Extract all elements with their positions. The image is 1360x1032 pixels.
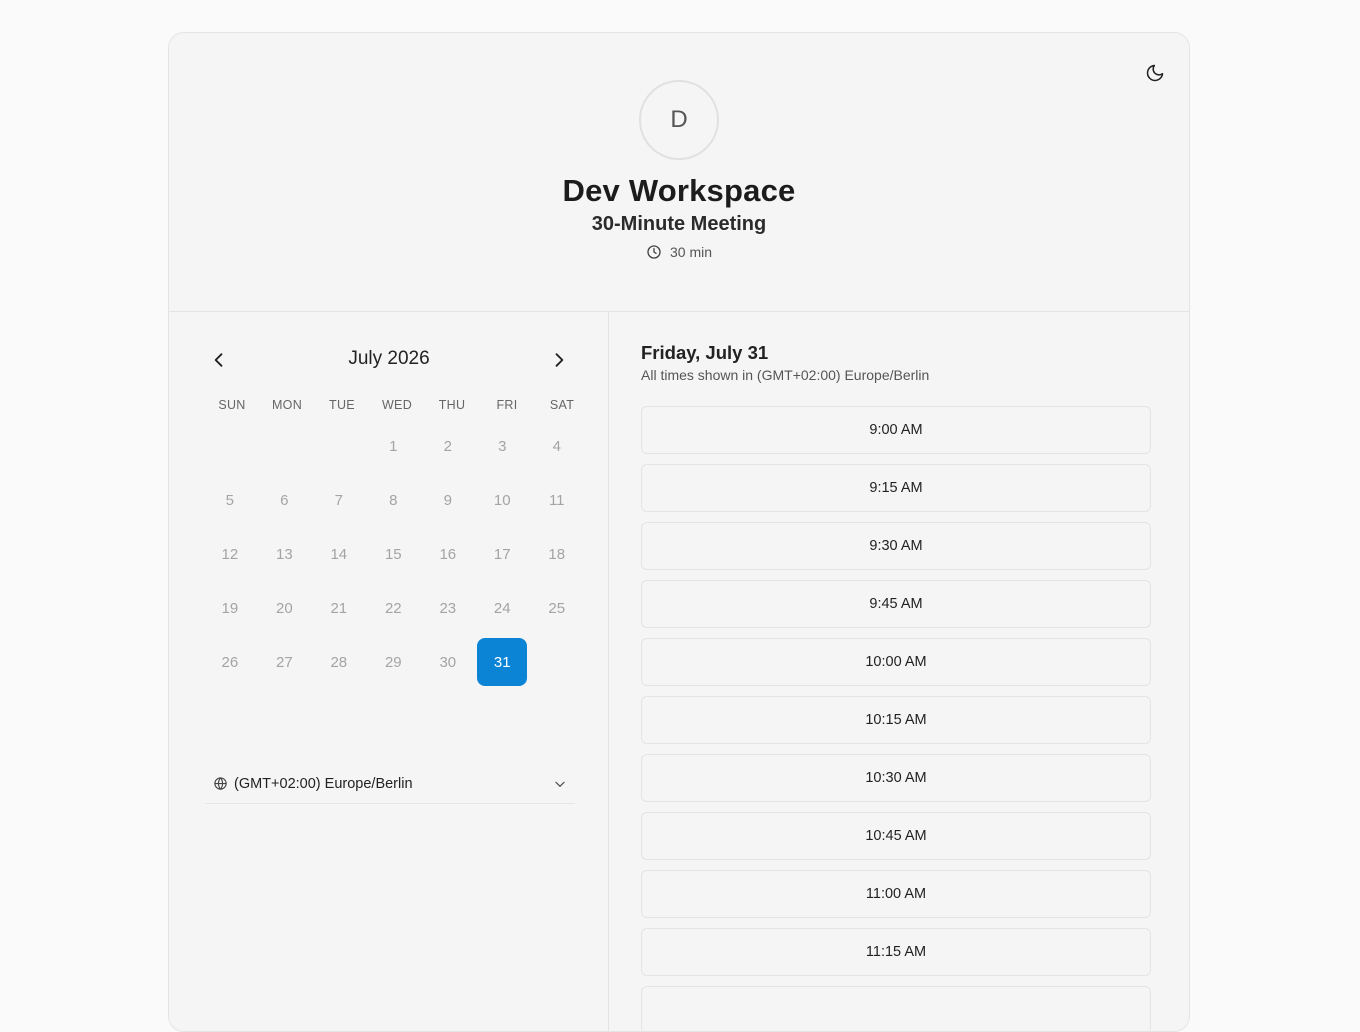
calendar-day: 9 (443, 491, 452, 509)
calendar-panel: July 2026 SUN MON TUE WED THU FRI SAT 12345678… (169, 312, 609, 1031)
calendar-day: 14 (330, 545, 348, 563)
calendar-day: 2 (443, 437, 452, 455)
time-slot-button[interactable]: 9:00 AM (641, 406, 1151, 454)
weekday-label: SAT (549, 398, 575, 412)
selected-date-heading: Friday, July 31 (641, 342, 769, 363)
timezone-value: (GMT+02:00) Europe/Berlin (234, 775, 413, 792)
time-slot-button[interactable]: 9:30 AM (641, 522, 1151, 570)
time-slot-button[interactable]: 10:15 AM (641, 696, 1151, 744)
booking-card: D Dev Workspace 30-Minute Meeting 30 min… (168, 32, 1190, 1032)
calendar-day: 13 (275, 545, 293, 563)
duration-label: 30 min (669, 244, 713, 260)
calendar-day: 24 (493, 599, 511, 617)
time-slot-list: 9:00 AM 9:15 AM 9:30 AM 9:45 AM 10:00 AM 10:1… (641, 406, 1151, 1031)
calendar-day: 18 (548, 545, 566, 563)
calendar-day: 5 (225, 491, 235, 509)
calendar-day: 12 (221, 545, 239, 563)
booking-header: D Dev Workspace 30-Minute Meeting 30 min (169, 33, 1189, 312)
time-slot-button[interactable]: 9:15 AM (641, 464, 1151, 512)
weekday-label: TUE (329, 398, 355, 412)
calendar-day: 17 (493, 545, 511, 563)
time-slot-button[interactable]: 11:00 AM (641, 870, 1151, 918)
calendar-day: 23 (439, 599, 457, 617)
month-navigation: July 2026 (205, 342, 573, 378)
calendar-day: 30 (439, 653, 457, 671)
calendar-day: 15 (384, 545, 402, 563)
theme-toggle-button[interactable] (1141, 59, 1169, 87)
calendar-day: 16 (439, 545, 457, 563)
calendar-day: 6 (280, 491, 289, 509)
globe-icon (213, 776, 228, 791)
avatar: D (639, 80, 719, 160)
calendar-day-blank (205, 422, 255, 470)
chevron-down-icon (553, 777, 567, 791)
weekday-label: SUN (218, 398, 246, 412)
time-slot-button[interactable]: 10:30 AM (641, 754, 1151, 802)
calendar-day: 1 (389, 437, 398, 455)
calendar-day: 22 (384, 599, 402, 617)
duration-info: 30 min (169, 244, 1189, 260)
calendar-day: 4 (552, 437, 561, 455)
calendar-day: 21 (330, 599, 348, 617)
calendar-day: 28 (330, 653, 348, 671)
calendar-day: 20 (275, 599, 293, 617)
time-slot-button[interactable] (641, 986, 1151, 1031)
event-title: 30-Minute Meeting (591, 213, 767, 235)
weekday-label: FRI (496, 398, 518, 412)
month-title: July 2026 (348, 348, 430, 369)
next-month-button[interactable] (545, 346, 573, 374)
calendar-day: 8 (389, 491, 398, 509)
calendar-day: 19 (221, 599, 239, 617)
calendar-day: 7 (334, 491, 343, 509)
workspace-name: Dev Workspace (562, 173, 796, 208)
timezone-note: All times shown in (GMT+02:00) Europe/Be… (641, 367, 930, 383)
time-slot-button[interactable]: 9:45 AM (641, 580, 1151, 628)
moon-icon (1146, 64, 1164, 82)
calendar-day: 29 (384, 653, 402, 671)
calendar-day: 10 (493, 491, 511, 509)
calendar-days-grid: 1 2 3 4 5 6 7 8 9 10 11 12 13 14 15 16 17 18 19 20 21 22 23 24 2… (205, 422, 585, 686)
calendar-day-blank (314, 422, 364, 470)
calendar-day: 11 (548, 491, 565, 509)
time-slots-panel: Friday, July 31 All times shown in (GMT+… (609, 312, 1189, 1031)
calendar-day: 27 (275, 653, 293, 671)
clock-icon (647, 245, 661, 259)
weekday-label: MON (271, 398, 303, 412)
calendar-day: 3 (498, 437, 507, 455)
time-slot-button[interactable]: 11:15 AM (641, 928, 1151, 976)
calendar-day: 25 (548, 599, 566, 617)
time-slot-button[interactable]: 10:00 AM (641, 638, 1151, 686)
calendar-day-blank (259, 422, 309, 470)
chevron-right-icon (555, 353, 564, 367)
calendar-day-selected[interactable]: 31 (477, 638, 528, 686)
time-slot-button[interactable]: 10:45 AM (641, 812, 1151, 860)
timezone-select[interactable]: (GMT+02:00) Europe/Berlin (205, 764, 575, 804)
weekday-label: WED (381, 398, 413, 412)
weekday-label: THU (438, 398, 466, 412)
calendar-day: 26 (221, 653, 239, 671)
weekday-header-row: SUN MON TUE WED THU FRI SAT (207, 398, 587, 412)
